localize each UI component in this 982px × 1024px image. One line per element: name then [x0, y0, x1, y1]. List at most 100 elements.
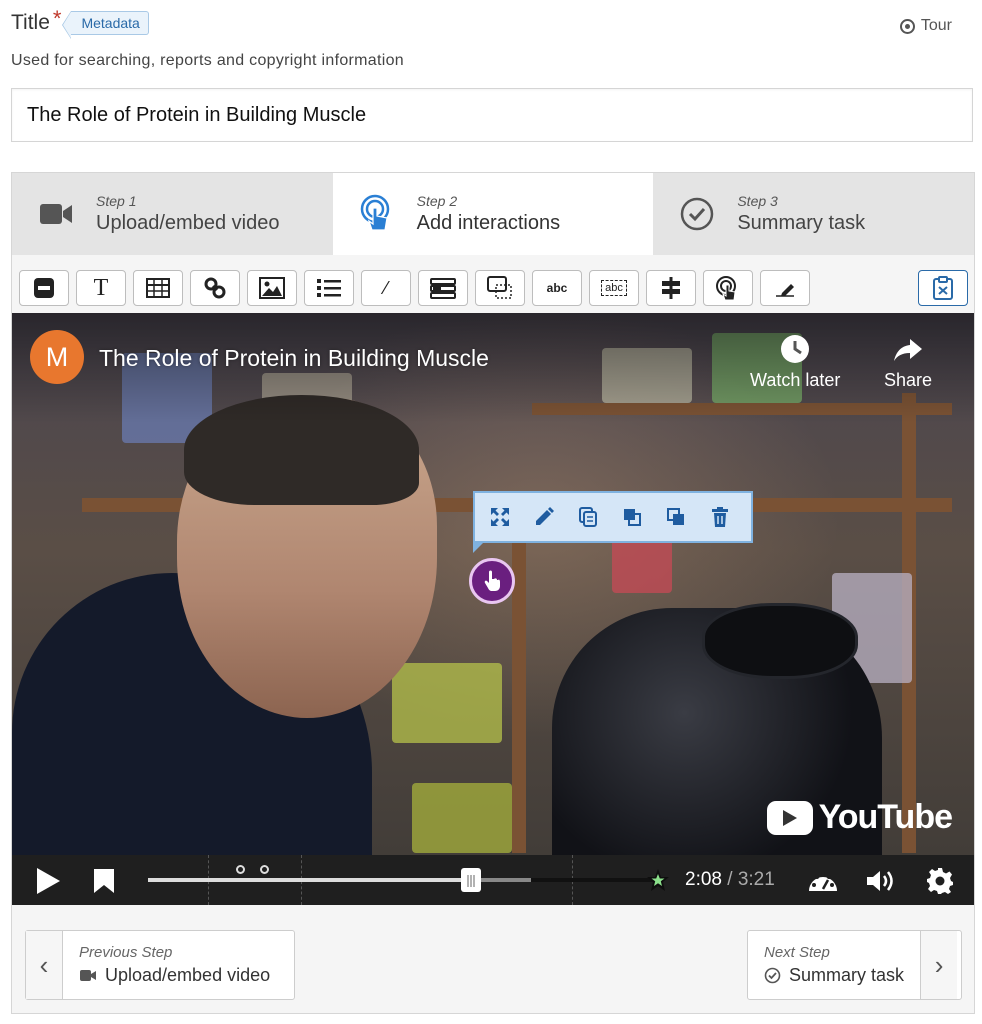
title-input[interactable]: [11, 88, 973, 142]
product: [412, 783, 512, 853]
free-text-tool-button[interactable]: [760, 270, 810, 306]
next-step-label: Summary task: [789, 965, 905, 985]
video-controls: 2:08 / 3:21: [12, 855, 974, 905]
tab-step-2-text: Step 2 Add interactions: [417, 193, 560, 235]
multiple-choice-tool-button[interactable]: [418, 270, 468, 306]
share-label: Share: [884, 370, 933, 390]
table-tool-button[interactable]: [133, 270, 183, 306]
delete-button[interactable]: [705, 502, 735, 532]
tab-step-1-label: Upload/embed video: [96, 212, 280, 234]
tour-icon: [899, 18, 915, 34]
drag-text-icon: abc: [601, 280, 627, 296]
video-title[interactable]: The Role of Protein in Building Muscle: [99, 345, 489, 372]
edit-button[interactable]: [529, 502, 559, 532]
video-player[interactable]: M The Role of Protein in Building Muscle…: [12, 313, 974, 905]
interaction-hotspot[interactable]: [469, 558, 515, 604]
interaction-marker[interactable]: [260, 865, 269, 874]
drag-text-tool-button[interactable]: abc: [589, 270, 639, 306]
fraction-icon: ⁄: [384, 277, 388, 298]
previous-step-label: Upload/embed video: [105, 965, 271, 985]
pencil-icon: [536, 507, 554, 525]
bookmark-icon: [94, 869, 114, 893]
statements-tool-button[interactable]: [304, 270, 354, 306]
tab-step-3-number: Step 3: [737, 193, 778, 209]
tab-step-3[interactable]: Step 3 Summary task: [653, 173, 975, 255]
clipboard-icon: [933, 276, 953, 300]
current-time: 2:08: [685, 869, 722, 890]
metadata-tag[interactable]: Metadata: [62, 11, 149, 39]
previous-step-button[interactable]: ‹ Previous Step Upload/embed video: [25, 930, 295, 1000]
title-description: Used for searching, reports and copyrigh…: [11, 52, 404, 69]
tour-button[interactable]: Tour: [899, 17, 952, 35]
clock-icon: [781, 335, 810, 363]
next-step-label-row: Summary task: [764, 965, 904, 986]
text-icon: T: [93, 274, 109, 301]
share-icon: [894, 339, 923, 361]
tab-step-1[interactable]: Step 1 Upload/embed video: [12, 173, 333, 255]
product: [392, 663, 502, 743]
pen-icon: [776, 284, 794, 297]
bring-to-front-button[interactable]: [617, 502, 647, 532]
settings-button[interactable]: [924, 865, 956, 897]
hotspot-icon: [716, 276, 736, 301]
playback-rate-button[interactable]: [807, 865, 839, 897]
video-camera-icon: [80, 970, 96, 981]
crossroads-tool-button[interactable]: [646, 270, 696, 306]
paste-button[interactable]: [918, 270, 968, 306]
check-circle-icon: [679, 196, 715, 232]
navigation-hotspot-tool-button[interactable]: [703, 270, 753, 306]
tab-step-1-number: Step 1: [96, 193, 137, 209]
tab-step-3-text: Step 3 Summary task: [737, 193, 865, 235]
summary-star-icon[interactable]: [646, 868, 670, 892]
interaction-context-menu: [473, 491, 753, 553]
table-icon: [146, 278, 170, 298]
seek-bar[interactable]: [148, 878, 658, 882]
time-separator: /: [727, 869, 733, 890]
image-tool-button[interactable]: [247, 270, 297, 306]
step-tabs: Step 1 Upload/embed video Step 2 Add int…: [12, 173, 975, 255]
statements-icon: [317, 279, 341, 297]
tab-step-2[interactable]: Step 2 Add interactions: [332, 173, 654, 255]
seek-handle[interactable]: [461, 868, 481, 892]
hand-pointer-icon: [484, 570, 500, 591]
play-button[interactable]: [32, 865, 64, 897]
link-tool-button[interactable]: [190, 270, 240, 306]
youtube-logo[interactable]: YouTube: [766, 798, 953, 837]
fill-blanks-tool-button[interactable]: abc: [532, 270, 582, 306]
resize-button[interactable]: [485, 502, 515, 532]
interaction-marker[interactable]: [236, 865, 245, 874]
previous-step-text: Previous Step Upload/embed video: [63, 931, 286, 999]
shelf: [512, 513, 526, 853]
signpost-icon: [662, 277, 680, 299]
tour-label: Tour: [920, 17, 952, 34]
grip-icon: [467, 875, 475, 887]
next-step-text: Next Step Summary task: [748, 931, 920, 999]
gear-icon: [927, 868, 953, 894]
interactive-video-editor: Step 1 Upload/embed video Step 2 Add int…: [11, 172, 975, 1014]
watch-later-button[interactable]: Watch later: [750, 333, 840, 391]
seek-bar-played: [148, 878, 471, 882]
send-to-back-button[interactable]: [661, 502, 691, 532]
trash-icon: [712, 507, 728, 527]
duration: 3:21: [737, 869, 775, 890]
channel-avatar[interactable]: M: [30, 330, 84, 384]
text-tool-button[interactable]: T: [76, 270, 126, 306]
volume-button[interactable]: [865, 865, 897, 897]
chevron-right-icon: ›: [920, 931, 958, 999]
single-choice-tool-button[interactable]: ⁄: [361, 270, 411, 306]
watch-later-label: Watch later: [750, 370, 841, 390]
required-mark: *: [52, 6, 62, 31]
drag-and-drop-tool-button[interactable]: [475, 270, 525, 306]
tab-step-1-text: Step 1 Upload/embed video: [96, 193, 279, 235]
next-step-button[interactable]: Next Step Summary task ›: [747, 930, 962, 1000]
time-display: 2:08 / 3:21: [685, 869, 775, 891]
bring-front-icon: [624, 509, 641, 526]
share-button[interactable]: Share: [884, 333, 932, 391]
copy-button[interactable]: [573, 502, 603, 532]
expand-icon: [491, 508, 509, 526]
label-tool-button[interactable]: [19, 270, 69, 306]
label-icon: [34, 278, 54, 298]
next-step-caption: Next Step: [764, 944, 830, 961]
bookmark-button[interactable]: [88, 865, 120, 897]
seek-bar-remaining: [531, 878, 658, 882]
